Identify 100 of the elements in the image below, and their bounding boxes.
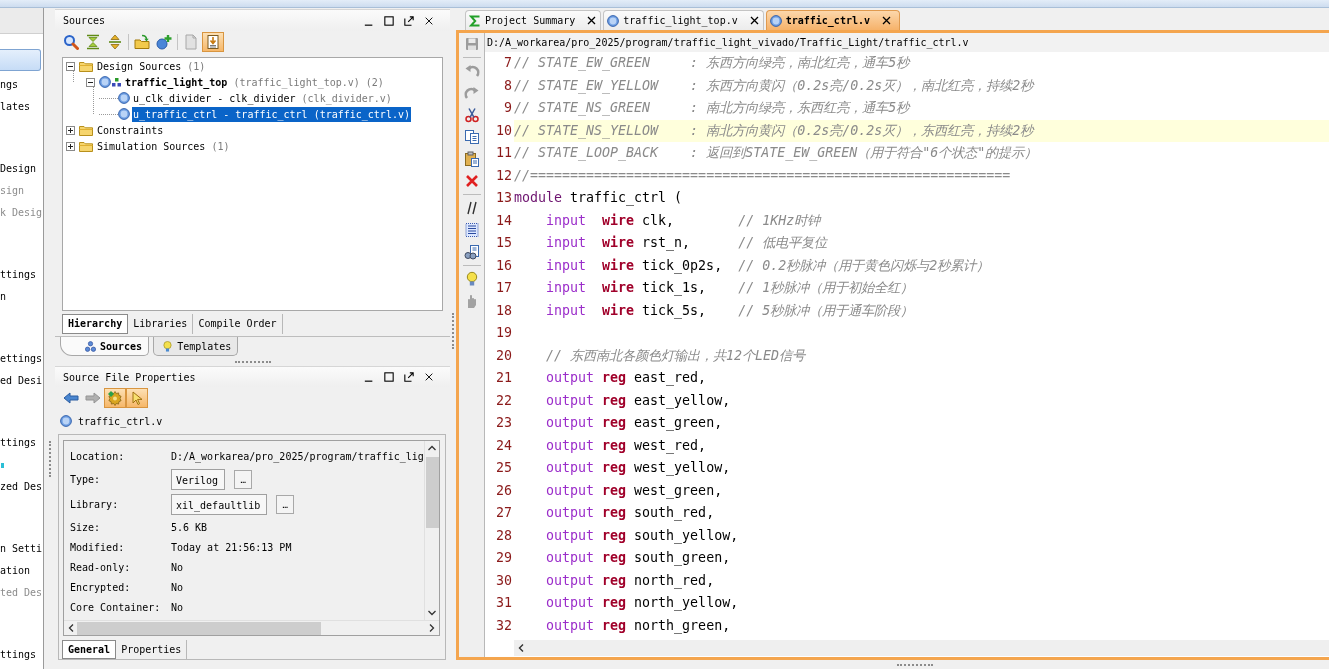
expand-toggle-icon[interactable] (66, 141, 75, 151)
view-tab[interactable]: Hierarchy (62, 314, 129, 334)
code-identifier: west_green, (634, 482, 723, 498)
expand-toggle-icon[interactable] (66, 125, 75, 135)
tree-item[interactable]: traffic_light_top (traffic_light_top.v) (2) (124, 74, 385, 90)
binoculars-icon (463, 244, 480, 260)
delete-icon (463, 173, 480, 189)
source-file-icon (118, 92, 130, 104)
navigator-item[interactable]: n Setti (0, 542, 43, 556)
panel-tab[interactable]: Templates (153, 337, 239, 356)
navigator-item[interactable]: ttings (0, 436, 37, 450)
close-icon[interactable] (882, 16, 891, 25)
code-type: reg (602, 392, 627, 408)
navigator-item[interactable]: ttings (0, 648, 37, 662)
navigator-item[interactable]: ation (0, 564, 31, 578)
scrollbar-thumb[interactable] (77, 621, 321, 635)
scroll-down-icon[interactable] (427, 609, 437, 617)
tree-item[interactable]: u_traffic_ctrl - traffic_ctrl (traffic_ctrl.v) (132, 106, 411, 122)
code-comment: // STATE_EW_GREEN : 东西方向绿亮，南北红亮，通车5秒 (514, 55, 910, 70)
float-icon[interactable] (404, 15, 414, 26)
navigator-item[interactable]: ed Desi (0, 374, 43, 388)
tree-item[interactable]: Simulation Sources (1) (96, 138, 231, 154)
value-field[interactable]: Verilog (171, 469, 226, 490)
float-icon[interactable] (404, 372, 414, 382)
navigator-item[interactable]: ttings (0, 268, 37, 282)
maximize-icon[interactable] (384, 372, 394, 382)
scrollbar-thumb[interactable] (425, 457, 439, 528)
code-type: wire (602, 212, 635, 228)
code-comment: // STATE_NS_GREEN : 南北方向绿亮，东西红亮，通车5秒 (514, 100, 910, 115)
line-number: 19 (495, 324, 513, 342)
code-identifier: traffic_ctrl ( (570, 190, 683, 205)
code-comment: // STATE_NS_YELLOW : 南北方向黄闪（0.2s亮/0.2s灭），东西红亮，持续2秒 (514, 122, 1034, 138)
line-number: 11 (495, 144, 513, 162)
maximize-icon[interactable] (384, 15, 394, 26)
close-icon[interactable] (749, 16, 759, 25)
scroll-up-icon[interactable] (427, 444, 437, 452)
code-identifier: tick_5s, (642, 302, 707, 318)
code-identifier: west_red, (634, 437, 707, 453)
line-number: 23 (495, 414, 513, 432)
code-type: reg (602, 617, 627, 633)
horizontal-scrollbar[interactable] (514, 640, 1329, 656)
property-value: Today at 21:56:13 PM (171, 541, 292, 553)
tree-item[interactable]: Design Sources (1) (96, 58, 207, 74)
navigator-item[interactable]: ettings (0, 352, 43, 366)
line-number: 17 (495, 279, 513, 297)
browse-button[interactable]: … (276, 495, 295, 514)
editor-tab[interactable]: Project Summary (465, 10, 602, 30)
splitter-grip[interactable] (48, 441, 51, 477)
panel-tab[interactable]: Sources (60, 337, 150, 356)
property-value: 5.6 KB (171, 521, 208, 533)
close-icon[interactable] (424, 15, 434, 26)
code-identifier: tick_0p2s, (642, 257, 723, 273)
navigator-item[interactable]: zed Des (0, 480, 43, 494)
code-identifier: west_yellow, (634, 460, 731, 475)
back-arrow-icon (63, 390, 79, 406)
line-number: 10 (495, 121, 513, 140)
code-type: wire (602, 235, 635, 250)
collapse-toggle-icon[interactable] (86, 77, 95, 87)
line-number: 31 (495, 594, 513, 612)
code-keyword: output (546, 392, 595, 408)
sigma-icon (469, 14, 481, 27)
scroll-right-icon[interactable] (428, 623, 436, 633)
value-field[interactable]: xil_defaultlib (171, 494, 268, 515)
navigator-item[interactable]: lates (0, 100, 31, 114)
property-label: Core Container: (70, 601, 162, 613)
properties-tab[interactable]: Properties (116, 640, 188, 659)
navigator-item[interactable]: n (0, 290, 7, 304)
editor-tab[interactable]: traffic_ctrl.v (765, 10, 900, 30)
source-file-icon (99, 76, 111, 88)
code-type: wire (602, 280, 635, 295)
scroll-left-icon[interactable] (67, 623, 75, 633)
code-type: reg (602, 572, 627, 588)
property-label: Library: (70, 499, 120, 510)
editor-tab[interactable]: traffic_light_top.v (603, 10, 764, 30)
view-tab[interactable]: Compile Order (193, 314, 283, 334)
scroll-left-icon[interactable] (517, 643, 525, 653)
horizontal-scrollbar[interactable] (64, 620, 439, 635)
splitter-grip[interactable] (897, 663, 933, 666)
folder-icon (79, 60, 93, 72)
code-keyword: output (546, 482, 595, 498)
line-number: 14 (495, 211, 513, 230)
vertical-scrollbar[interactable] (424, 441, 439, 620)
navigator-item[interactable]: Design (0, 162, 37, 176)
tree-item[interactable]: Constraints (96, 122, 165, 138)
tree-item[interactable]: u_clk_divider - clk_divider (clk_divider.v) (132, 90, 393, 106)
properties-tab[interactable]: General (62, 640, 117, 659)
close-icon[interactable] (587, 16, 597, 25)
view-tab[interactable]: Libraries (128, 314, 194, 334)
code-type: reg (602, 482, 627, 498)
line-number: 28 (495, 526, 513, 545)
close-icon[interactable] (424, 372, 434, 382)
file-name: traffic_ctrl.v (78, 415, 163, 427)
browse-button[interactable]: … (234, 470, 253, 489)
collapse-toggle-icon[interactable] (66, 61, 75, 71)
forward-arrow-icon (85, 390, 101, 406)
toolbar-button[interactable] (202, 32, 224, 52)
code-keyword: output (546, 617, 595, 633)
property-label: Modified: (70, 541, 126, 553)
navigator-item[interactable]: ngs (0, 78, 19, 92)
search-icon (63, 34, 79, 50)
